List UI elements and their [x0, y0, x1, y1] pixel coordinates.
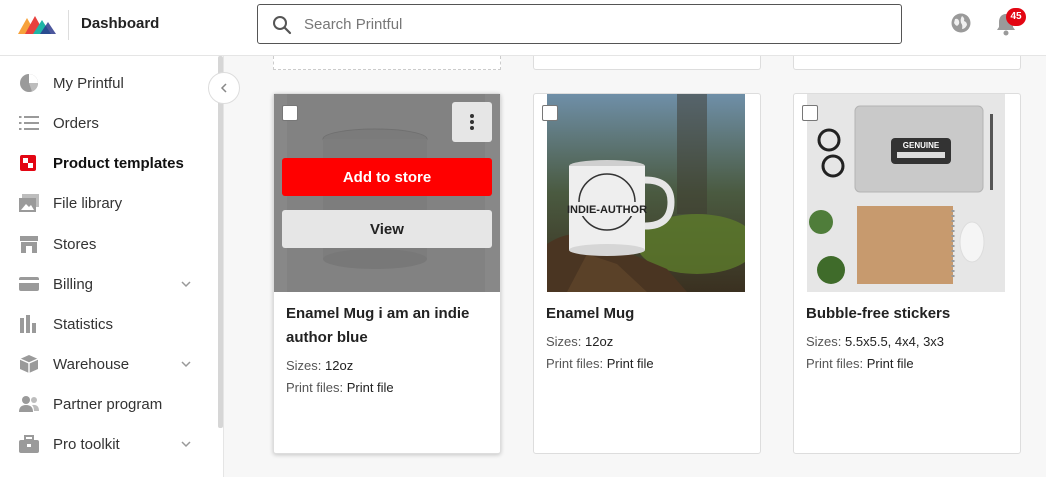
- sidebar-item-label: Product templates: [53, 154, 184, 172]
- search-box[interactable]: [257, 4, 902, 44]
- stickers-photo: GENUINE: [807, 94, 1005, 292]
- select-checkbox[interactable]: [542, 105, 558, 121]
- previous-row-card: [533, 56, 761, 70]
- sidebar-item-label: File library: [53, 194, 123, 212]
- search-icon: [273, 16, 292, 35]
- brand-divider: [68, 10, 69, 40]
- sidebar-item-label: Pro toolkit: [53, 435, 120, 453]
- product-print-files: Print files: Print file: [546, 356, 654, 371]
- product-sizes: Sizes: 12oz: [286, 358, 353, 373]
- list-icon: [19, 116, 39, 130]
- product-title[interactable]: Bubble-free stickers: [806, 302, 1006, 326]
- product-print-files: Print files: Print file: [806, 356, 914, 371]
- sizes-value: 12oz: [585, 334, 614, 349]
- sizes-label: Sizes:: [546, 334, 582, 349]
- store-icon: [20, 236, 38, 253]
- sidebar-scrollbar[interactable]: [218, 56, 223, 428]
- box-icon: [19, 355, 39, 373]
- sidebar-item-pro-toolkit[interactable]: Pro toolkit: [0, 424, 220, 464]
- print-files-value: Print file: [866, 356, 914, 371]
- pie-chart-icon: [20, 74, 39, 92]
- product-sizes: Sizes: 5.5x5.5, 4x4, 3x3: [806, 334, 944, 349]
- dashboard-title[interactable]: Dashboard: [81, 15, 159, 32]
- sizes-label: Sizes:: [286, 358, 322, 373]
- search-input[interactable]: [304, 5, 884, 43]
- sidebar-item-label: Orders: [53, 114, 99, 132]
- sidebar-item-orders[interactable]: Orders: [0, 103, 220, 143]
- sizes-value: 12oz: [325, 358, 354, 373]
- enamel-mug-photo: INDIE-AUTHOR: [547, 94, 745, 292]
- chevron-down-icon: [181, 441, 191, 448]
- product-sizes: Sizes: 12oz: [546, 334, 613, 349]
- sidebar-item-my-printful[interactable]: My Printful: [0, 63, 220, 103]
- printful-logo-icon[interactable]: [18, 14, 56, 34]
- sidebar: My Printful Orders Product templates Fil…: [0, 56, 224, 477]
- sizes-label: Sizes:: [806, 334, 842, 349]
- previous-row-card: [793, 56, 1021, 70]
- print-files-label: Print files:: [546, 356, 604, 371]
- images-icon: [19, 194, 39, 212]
- sidebar-item-label: Partner program: [53, 395, 163, 413]
- product-image[interactable]: GENUINE: [807, 94, 1005, 292]
- sticker-print-text: GENUINE: [903, 141, 940, 150]
- more-options-button[interactable]: [452, 102, 492, 142]
- product-card[interactable]: INDIE-AUTHOR Enamel Mug Sizes: 12oz Prin…: [533, 93, 761, 454]
- collapse-sidebar-button[interactable]: [208, 72, 240, 104]
- mug-print-text: INDIE-AUTHOR: [567, 204, 647, 216]
- print-files-value: Print file: [606, 356, 654, 371]
- briefcase-icon: [19, 435, 39, 453]
- sidebar-item-stores[interactable]: Stores: [0, 224, 220, 264]
- sidebar-item-product-templates[interactable]: Product templates: [0, 143, 220, 183]
- view-button[interactable]: View: [282, 210, 492, 248]
- sidebar-item-partner-program[interactable]: Partner program: [0, 384, 220, 424]
- previous-row-card: [273, 56, 501, 70]
- select-checkbox[interactable]: [282, 105, 298, 121]
- sidebar-item-file-library[interactable]: File library: [0, 183, 220, 223]
- product-title[interactable]: Enamel Mug: [546, 302, 746, 326]
- kebab-menu-icon: [470, 114, 474, 130]
- sidebar-item-label: Stores: [53, 235, 97, 253]
- sidebar-item-label: Statistics: [53, 315, 114, 333]
- chevron-down-icon: [181, 361, 191, 368]
- templates-icon: [20, 155, 36, 171]
- add-to-store-button[interactable]: Add to store: [282, 158, 492, 196]
- select-checkbox[interactable]: [802, 105, 818, 121]
- product-card[interactable]: GENUINE Bubble-free stickers Sizes: 5.5x…: [793, 93, 1021, 454]
- sizes-value: 5.5x5.5, 4x4, 3x3: [845, 334, 945, 349]
- top-bar: Dashboard 45: [0, 0, 1046, 56]
- sidebar-item-label: Billing: [53, 275, 94, 293]
- print-files-label: Print files:: [806, 356, 864, 371]
- chevron-left-icon: [220, 83, 227, 93]
- product-title[interactable]: Enamel Mug i am an indie author blue: [286, 302, 486, 350]
- print-files-value: Print file: [346, 380, 394, 395]
- product-print-files: Print files: Print file: [286, 380, 394, 395]
- print-files-label: Print files:: [286, 380, 344, 395]
- chevron-down-icon: [181, 281, 191, 288]
- bar-chart-icon: [20, 315, 36, 333]
- sidebar-item-label: Warehouse: [53, 355, 130, 373]
- product-image[interactable]: INDIE-AUTHOR: [547, 94, 745, 292]
- card-icon: [19, 277, 39, 291]
- globe-icon[interactable]: [950, 12, 972, 34]
- sidebar-item-billing[interactable]: Billing: [0, 264, 220, 304]
- sidebar-item-label: My Printful: [53, 74, 124, 92]
- people-icon: [19, 396, 39, 412]
- product-card[interactable]: Add to store View Enamel Mug i am an ind…: [273, 93, 501, 454]
- notification-badge: 45: [1006, 8, 1026, 26]
- sidebar-item-statistics[interactable]: Statistics: [0, 304, 220, 344]
- sidebar-item-warehouse[interactable]: Warehouse: [0, 344, 220, 384]
